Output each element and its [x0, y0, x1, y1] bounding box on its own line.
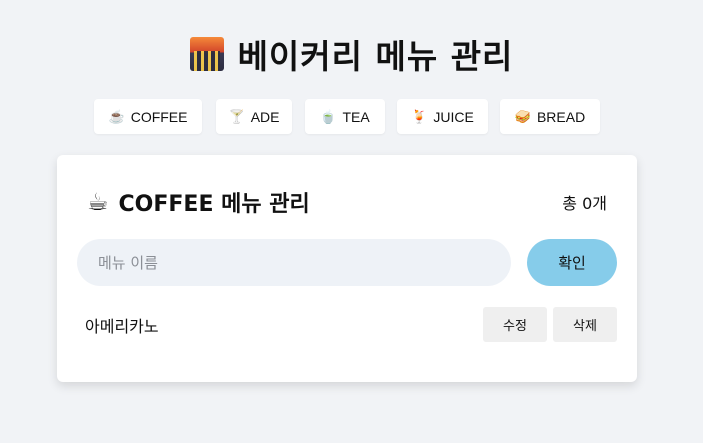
page-header: 베이커리 메뉴 관리: [0, 30, 703, 78]
tab-label: BREAD: [536, 108, 586, 125]
card-header: ☕ COFFEE 메뉴 관리 총 0개: [87, 186, 607, 218]
tab-tea[interactable]: 🍵 TEA: [305, 99, 385, 134]
coffee-icon: ☕: [87, 188, 109, 216]
coffee-icon: ☕: [108, 108, 125, 124]
menu-card: ☕ COFFEE 메뉴 관리 총 0개 확인 아메리카노 수정 삭제: [57, 155, 637, 382]
tab-label: COFFEE: [130, 108, 188, 125]
city-dusk-icon: [189, 37, 224, 71]
tab-label: TEA: [342, 108, 370, 125]
tea-cup-icon: 🍵: [320, 108, 337, 124]
item-count: 총 0개: [562, 194, 607, 213]
tab-juice[interactable]: 🍹 JUICE: [397, 99, 488, 134]
card-title-text: COFFEE 메뉴 관리: [118, 192, 310, 217]
cocktail-glass-icon: 🍸: [228, 108, 245, 124]
menu-item-name: 아메리카노: [85, 316, 159, 336]
tab-label: JUICE: [433, 108, 474, 125]
tab-ade[interactable]: 🍸 ADE: [216, 99, 292, 134]
list-item: 아메리카노 수정 삭제: [85, 307, 617, 342]
tab-bread[interactable]: 🥪 BREAD: [500, 99, 600, 134]
tropical-drink-icon: 🍹: [411, 108, 428, 124]
sandwich-icon: 🥪: [514, 108, 531, 124]
tab-coffee[interactable]: ☕ COFFEE: [94, 99, 202, 134]
edit-button[interactable]: 수정: [483, 307, 547, 342]
page-title: 베이커리 메뉴 관리: [237, 37, 514, 76]
confirm-button[interactable]: 확인: [527, 239, 617, 286]
card-title: ☕ COFFEE 메뉴 관리: [87, 186, 310, 218]
delete-button[interactable]: 삭제: [553, 307, 617, 342]
menu-name-input[interactable]: [77, 239, 511, 286]
tab-label: ADE: [250, 108, 280, 125]
